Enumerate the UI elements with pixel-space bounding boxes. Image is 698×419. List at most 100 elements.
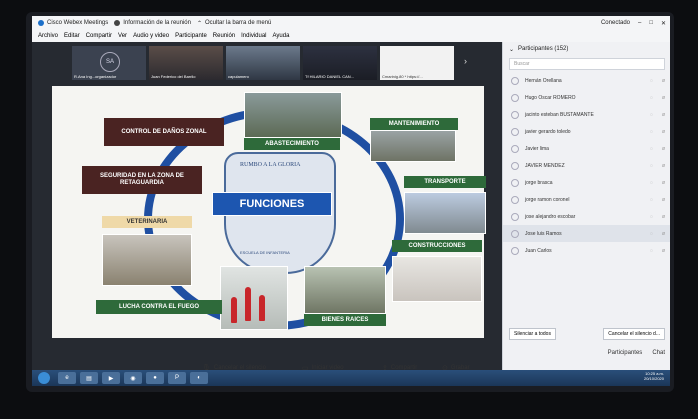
video-off-icon: ◌ bbox=[650, 128, 653, 135]
menu-archivo[interactable]: Archivo bbox=[38, 33, 58, 39]
muted-icon: ø bbox=[661, 94, 665, 101]
meeting-info-button[interactable]: Información de la reunión bbox=[114, 20, 191, 26]
microphone-icon bbox=[511, 127, 519, 136]
label-control: CONTROL DE DAÑOS ZONAL bbox=[104, 118, 224, 146]
media-player-icon[interactable]: ▶ bbox=[102, 372, 120, 384]
menu-audio-video[interactable]: Audio y video bbox=[133, 33, 169, 39]
microphone-icon bbox=[511, 195, 519, 204]
video-off-icon: ◌ bbox=[650, 179, 653, 186]
video-thumbnails: SA R.Ana Ing...organizador Juan Federico… bbox=[72, 46, 472, 80]
participant-row[interactable]: javier gerardo toledo ◌ ø bbox=[503, 123, 670, 140]
microphone-icon bbox=[511, 178, 519, 187]
windows-start-icon[interactable] bbox=[38, 372, 50, 384]
shared-slide: RUMBO A LA GLORIA ESCUELA DE INFANTERIA … bbox=[52, 86, 486, 338]
label-veterinaria: VETERINARIA bbox=[102, 216, 192, 228]
connection-status: Conectado bbox=[600, 20, 630, 26]
maximize-button[interactable]: □ bbox=[649, 20, 653, 26]
hide-menu-button[interactable]: ⌃ Ocultar la barra de menú bbox=[197, 20, 271, 27]
participants-panel: ⌄ Participantes (152) Buscar Hernán Orel… bbox=[502, 42, 670, 370]
avatar: SA bbox=[100, 52, 120, 72]
menu-compartir[interactable]: Compartir bbox=[86, 33, 112, 39]
panel-tabs: Participantes Chat bbox=[509, 350, 665, 356]
label-transporte: TRANSPORTE bbox=[404, 176, 486, 188]
folder-icon[interactable]: ▤ bbox=[80, 372, 98, 384]
extinguisher-shape bbox=[259, 295, 265, 321]
participant-row[interactable]: Javier lima ◌ ø bbox=[503, 140, 670, 157]
chrome-icon[interactable]: ◉ bbox=[124, 372, 142, 384]
participants-search-input[interactable]: Buscar bbox=[509, 58, 665, 70]
screen: Cisco Webex Meetings Información de la r… bbox=[32, 16, 670, 386]
photo-extinguishers bbox=[220, 266, 288, 330]
participant-row[interactable]: jorge ramon coronel ◌ ø bbox=[503, 191, 670, 208]
title-bar: Cisco Webex Meetings Información de la r… bbox=[32, 16, 670, 30]
chevron-down-icon: ⌄ bbox=[509, 46, 515, 53]
participant-row[interactable]: JAVIER MENDEZ ◌ ø bbox=[503, 157, 670, 174]
video-off-icon: ◌ bbox=[650, 230, 653, 237]
muted-icon: ø bbox=[661, 179, 665, 186]
participant-row[interactable]: jacinto esteban BUSTAMANTE ◌ ø bbox=[503, 106, 670, 123]
label-bienes: BIENES RAICES bbox=[304, 314, 386, 326]
microphone-icon bbox=[511, 110, 519, 119]
muted-icon: ø bbox=[661, 145, 665, 152]
app-icon[interactable]: ● bbox=[146, 372, 164, 384]
slide-title: FUNCIONES bbox=[212, 192, 332, 216]
system-clock: 10:25 a.m. 20/10/2020 bbox=[643, 371, 664, 382]
tab-participants[interactable]: Participantes bbox=[608, 350, 643, 356]
muted-icon: ø bbox=[661, 128, 665, 135]
microphone-icon bbox=[511, 212, 519, 221]
video-thumbnail[interactable]: capulamero bbox=[226, 46, 300, 80]
chevron-right-icon[interactable]: › bbox=[464, 56, 467, 66]
microphone-icon bbox=[511, 76, 519, 85]
tab-chat[interactable]: Chat bbox=[652, 350, 665, 356]
label-seguridad: SEGURIDAD EN LA ZONA DE RETAGUARDIA bbox=[82, 166, 202, 194]
participant-row[interactable]: Hugo Oscar ROMERO ◌ ø bbox=[503, 89, 670, 106]
participant-row[interactable]: jose alejandro escobar ◌ ø bbox=[503, 208, 670, 225]
menu-ver[interactable]: Ver bbox=[118, 33, 127, 39]
label-mantenimiento: MANTENIMIENTO bbox=[370, 118, 458, 130]
app-title: Cisco Webex Meetings bbox=[38, 20, 108, 26]
menu-ayuda[interactable]: Ayuda bbox=[273, 33, 290, 39]
video-thumbnail[interactable]: Juan Federico del Barrilo bbox=[149, 46, 223, 80]
photo-construction bbox=[392, 256, 482, 302]
video-thumbnail[interactable]: SA R.Ana Ing...organizador bbox=[72, 46, 146, 80]
menu-individual[interactable]: Individual bbox=[241, 33, 266, 39]
muted-icon: ø bbox=[661, 196, 665, 203]
video-off-icon: ◌ bbox=[650, 77, 653, 84]
close-button[interactable]: ✕ bbox=[661, 20, 666, 27]
meeting-content: SA R.Ana Ing...organizador Juan Federico… bbox=[32, 42, 502, 372]
video-off-icon: ◌ bbox=[650, 196, 653, 203]
windows-taskbar: e ▤ ▶ ◉ ● P ◐ 10:25 a.m. 20/10/2020 bbox=[32, 370, 670, 386]
photo-transport bbox=[404, 192, 486, 234]
label-lucha: LUCHA CONTRA EL FUEGO bbox=[96, 300, 222, 314]
webex-logo-icon bbox=[38, 20, 44, 26]
unmute-all-button[interactable]: Cancelar el silencio d... bbox=[603, 328, 665, 340]
mute-all-button[interactable]: Silenciar a todos bbox=[509, 328, 556, 340]
menu-participante[interactable]: Participante bbox=[175, 33, 207, 39]
menu-reunion[interactable]: Reunión bbox=[213, 33, 235, 39]
participant-row[interactable]: Juan Carlos ◌ ø bbox=[503, 242, 670, 259]
webex-taskbar-icon[interactable]: ◐ bbox=[190, 372, 208, 384]
muted-icon: ø bbox=[661, 247, 665, 254]
slide-base-text: ESCUELA DE INFANTERIA bbox=[240, 250, 290, 255]
participant-row-selected[interactable]: Jose luis Ramos ◌ ø bbox=[503, 225, 670, 242]
video-thumbnail[interactable]: Cmarinig.80 * https://... bbox=[380, 46, 454, 80]
video-off-icon: ◌ bbox=[650, 145, 653, 152]
menu-editar[interactable]: Editar bbox=[64, 33, 80, 39]
photo-real-estate bbox=[304, 266, 386, 314]
participant-row[interactable]: jorge brasca ◌ ø bbox=[503, 174, 670, 191]
ie-icon[interactable]: e bbox=[58, 372, 76, 384]
video-off-icon: ◌ bbox=[650, 247, 653, 254]
participant-row[interactable]: Hernán Orellana ◌ ø bbox=[503, 72, 670, 89]
participants-header[interactable]: ⌄ Participantes (152) bbox=[503, 42, 670, 56]
muted-icon: ø bbox=[661, 77, 665, 84]
muted-icon: ø bbox=[661, 213, 665, 220]
photo-maintenance bbox=[370, 130, 456, 162]
minimize-button[interactable]: – bbox=[638, 20, 641, 26]
extinguisher-shape bbox=[245, 287, 251, 321]
microphone-icon bbox=[511, 93, 519, 102]
video-thumbnail[interactable]: Tf HILARIO DANIEL CAN... bbox=[303, 46, 377, 80]
muted-icon: ø bbox=[661, 111, 665, 118]
label-abastecimiento: ABASTECIMIENTO bbox=[244, 138, 340, 150]
app-icon[interactable]: P bbox=[168, 372, 186, 384]
video-off-icon: ◌ bbox=[650, 111, 653, 118]
